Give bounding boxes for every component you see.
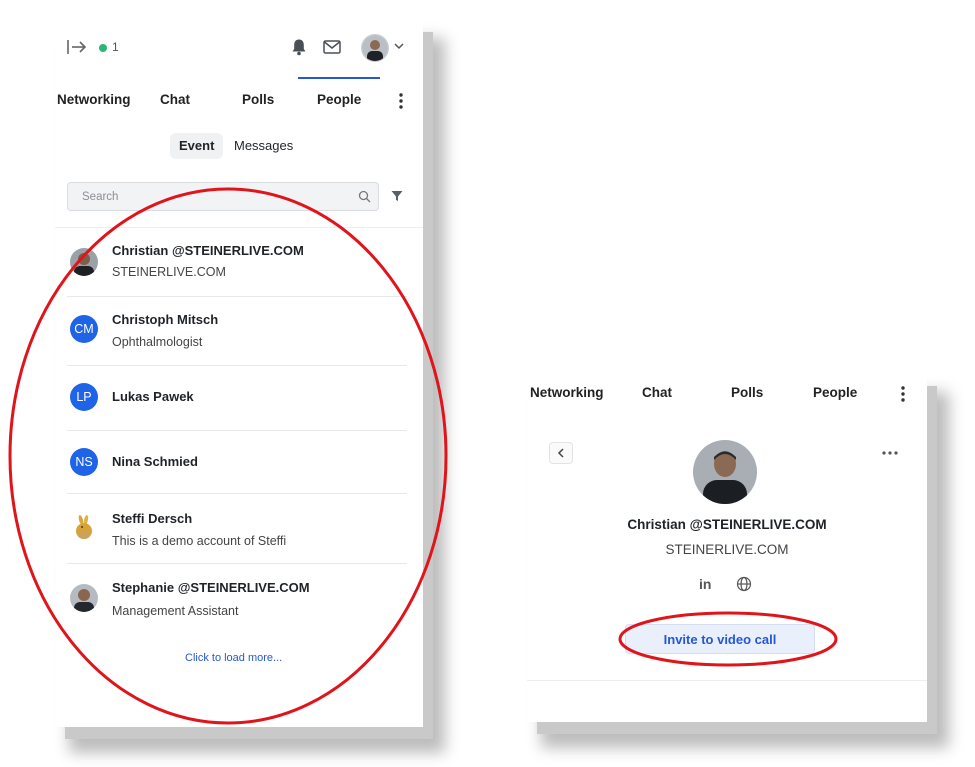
search-box [67,182,379,211]
mail-icon[interactable] [323,40,341,54]
list-item[interactable]: CM Christoph Mitsch Ophthalmologist [67,297,407,363]
more-vertical-icon[interactable] [900,385,906,403]
tab-networking[interactable]: Networking [530,385,604,400]
profile-panel: Networking Chat Polls People Christian @… [527,374,927,722]
bell-icon[interactable] [291,38,307,56]
globe-icon[interactable] [736,576,752,592]
person-name: Christian @STEINERLIVE.COM [112,243,304,258]
segment-messages[interactable]: Messages [225,133,302,159]
search-input[interactable] [68,183,352,210]
chevron-down-icon[interactable] [393,40,405,52]
profile-avatar [693,440,757,504]
tab-polls[interactable]: Polls [731,385,763,400]
person-subtitle: Management Assistant [112,604,239,618]
tab-polls[interactable]: Polls [242,92,274,107]
avatar [70,584,98,612]
list-item[interactable]: LP Lukas Pawek [67,366,407,432]
list-item[interactable]: Christian @STEINERLIVE.COM STEINERLIVE.C… [67,232,407,298]
person-name: Nina Schmied [112,454,198,469]
user-avatar[interactable] [361,34,389,62]
avatar-photo [70,584,98,612]
divider [55,227,423,228]
person-name: Stephanie @STEINERLIVE.COM [112,580,310,595]
people-panel: 1 Networking Chat Polls People Event Mes… [55,20,423,727]
tab-chat[interactable]: Chat [642,385,672,400]
avatar-initials: LP [70,383,98,411]
bunny-image [70,514,98,542]
profile-company: STEINERLIVE.COM [665,542,789,557]
linkedin-icon[interactable]: in [699,576,711,592]
person-name: Steffi Dersch [112,511,193,526]
more-horizontal-icon[interactable] [881,450,899,456]
top-bar: 1 [55,20,423,76]
segment-event[interactable]: Event [170,133,224,159]
avatar-initials: CM [70,315,98,343]
person-name: Lukas Pawek [112,389,194,404]
back-button[interactable] [549,442,573,464]
avatar-photo [70,248,98,276]
online-status-dot [99,44,107,52]
tab-people[interactable]: People [317,92,361,107]
tab-people[interactable]: People [813,385,857,400]
avatar-bunny [70,514,98,542]
search-icon[interactable] [358,190,371,203]
invite-video-call-button[interactable]: Invite to video call [625,624,815,654]
avatar-photo [693,440,757,504]
active-tab-indicator [298,77,380,79]
list-item[interactable]: NS Nina Schmied [67,431,407,497]
person-subtitle: Ophthalmologist [112,335,203,349]
avatar [70,248,98,276]
profile-name: Christian @STEINERLIVE.COM [627,517,827,532]
person-subtitle: STEINERLIVE.COM [112,265,226,279]
online-count: 1 [112,40,119,54]
exit-icon[interactable] [66,38,88,56]
person-name: Christoph Mitsch [112,312,219,327]
list-item[interactable]: Stephanie @STEINERLIVE.COM Management As… [67,564,407,630]
tab-chat[interactable]: Chat [160,92,190,107]
tab-networking[interactable]: Networking [57,92,131,107]
avatar-photo [362,35,388,61]
filter-icon[interactable] [391,190,403,202]
person-subtitle: This is a demo account of Steffi [112,534,287,548]
main-tabs: Networking Chat Polls People [55,80,423,120]
more-vertical-icon[interactable] [398,92,404,110]
avatar-initials: NS [70,448,98,476]
back-icon [557,448,564,458]
divider [527,680,927,681]
load-more-link[interactable]: Click to load more... [185,652,282,664]
list-item[interactable]: Steffi Dersch This is a demo account of … [67,494,407,560]
